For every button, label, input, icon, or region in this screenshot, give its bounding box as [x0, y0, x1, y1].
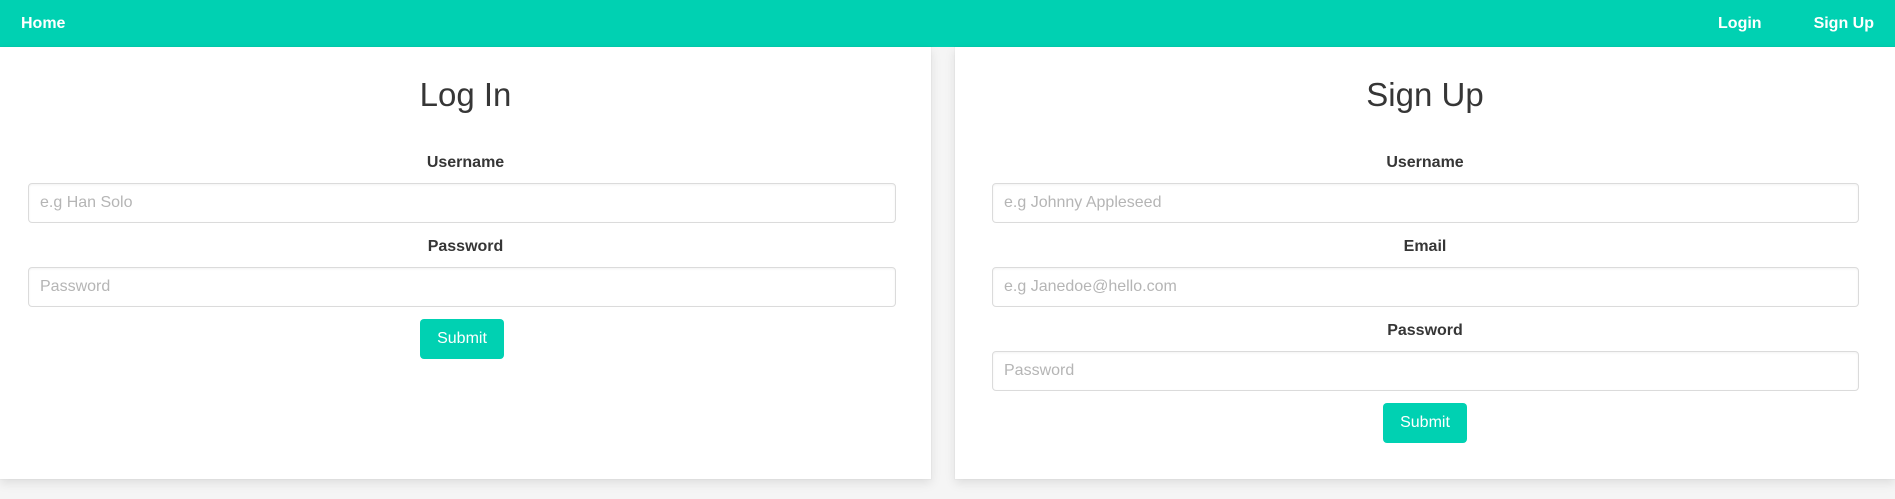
login-title: Log In: [419, 76, 512, 113]
nav-home-link[interactable]: Home: [21, 15, 65, 33]
signup-title: Sign Up: [1366, 76, 1484, 113]
signup-email-input[interactable]: [992, 267, 1859, 307]
login-username-label: Username: [426, 154, 505, 171]
signup-email-label: Email: [1403, 238, 1447, 255]
signup-username-input[interactable]: [992, 183, 1859, 223]
signup-submit-button[interactable]: Submit: [1383, 403, 1467, 443]
nav-login-link[interactable]: Login: [1718, 15, 1762, 33]
nav-signup-link[interactable]: Sign Up: [1814, 15, 1874, 33]
login-password-label: Password: [427, 238, 504, 255]
signup-username-label: Username: [1386, 154, 1464, 171]
login-username-input[interactable]: [28, 183, 896, 223]
login-card: Log In Username Password Submit: [0, 47, 931, 479]
nav-right-group: Login Sign Up: [1666, 15, 1874, 33]
login-password-input[interactable]: [28, 267, 896, 307]
signup-password-label: Password: [1387, 322, 1463, 339]
navbar: Home Login Sign Up: [0, 0, 1895, 47]
signup-card: Sign Up Username Email Password Submit: [955, 47, 1895, 479]
login-submit-button[interactable]: Submit: [420, 319, 504, 359]
signup-password-input[interactable]: [992, 351, 1859, 391]
